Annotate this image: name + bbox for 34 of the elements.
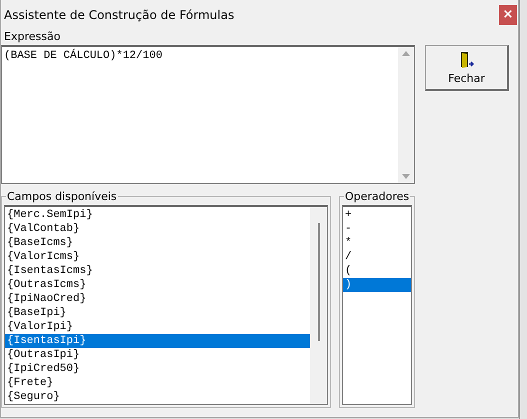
- field-item[interactable]: {OutrasIpi}: [5, 348, 310, 362]
- scroll-up-icon[interactable]: [402, 51, 410, 56]
- field-item[interactable]: {OutrasIcms}: [5, 278, 310, 292]
- operator-item[interactable]: *: [343, 236, 411, 250]
- field-item[interactable]: {IsentasIcms}: [5, 264, 310, 278]
- field-item[interactable]: {Seguro}: [5, 390, 310, 404]
- expression-label: Expressão: [3, 29, 62, 45]
- field-item[interactable]: {Frete}: [5, 376, 310, 390]
- field-item[interactable]: {ValContab}: [5, 222, 310, 236]
- field-item[interactable]: {Merc.SemIpi}: [5, 208, 310, 222]
- operators-list[interactable]: + - * / ( ): [342, 205, 412, 405]
- field-item[interactable]: {ValorIpi}: [5, 320, 310, 334]
- field-item[interactable]: {IpiCred50}: [5, 362, 310, 376]
- operators-title: Operadores: [344, 190, 410, 203]
- expression-field[interactable]: (BASE DE CÁLCULO)*12/100: [1, 45, 415, 184]
- operator-item[interactable]: (: [343, 264, 411, 278]
- door-icon: [458, 50, 474, 68]
- close-button[interactable]: ×: [499, 4, 517, 24]
- window-title: Assistente de Construção de Fórmulas: [4, 8, 234, 22]
- operator-item[interactable]: ): [343, 278, 411, 292]
- field-item[interactable]: {IpiNaoCred}: [5, 292, 310, 306]
- fields-title: Campos disponíveis: [6, 190, 118, 203]
- field-item[interactable]: {IsentasIpi}: [5, 334, 310, 348]
- operator-item[interactable]: -: [343, 222, 411, 236]
- field-item[interactable]: {BaseIpi}: [5, 306, 310, 320]
- field-item[interactable]: {BaseIcms}: [5, 236, 310, 250]
- scroll-down-icon[interactable]: [402, 174, 410, 179]
- close-dialog-button[interactable]: Fechar: [425, 45, 509, 91]
- operator-item[interactable]: +: [343, 208, 411, 222]
- operator-item[interactable]: /: [343, 250, 411, 264]
- scrollbar[interactable]: [398, 47, 414, 183]
- field-item[interactable]: {ValorIcms}: [5, 250, 310, 264]
- fields-list[interactable]: {Merc.SemIpi} {ValContab} {BaseIcms} {ValorIcms} {IsentasIcms} {OutrasIcms} {IpiNaoCred} {BaseIpi} {ValorIpi} {IsentasIpi} {OutrasIpi} {IpiCred50} {Frete} {Seguro}: [4, 205, 328, 405]
- scrollbar-thumb[interactable]: [318, 223, 320, 341]
